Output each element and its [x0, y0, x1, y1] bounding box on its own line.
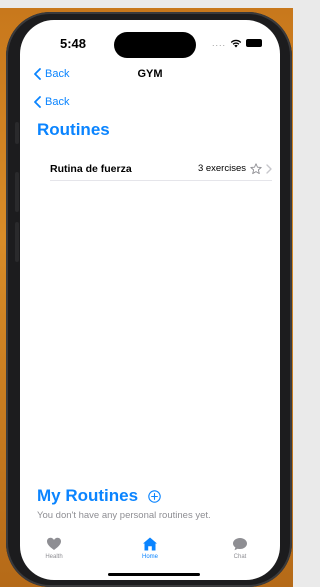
my-routines-header: My Routines	[37, 486, 161, 506]
my-routines-heading: My Routines	[37, 486, 139, 505]
wifi-icon	[230, 39, 242, 48]
battery-icon	[246, 39, 262, 47]
status-time: 5:48	[60, 36, 87, 51]
status-icons: ....	[212, 38, 262, 48]
routine-row-accessories: 3 exercises	[197, 162, 272, 175]
side-button-silent	[15, 122, 19, 144]
chat-bubble-icon	[233, 538, 247, 551]
chevron-right-icon	[266, 163, 272, 174]
routine-exercise-count: 3 exercises	[197, 163, 246, 174]
tab-home-label: Home	[141, 554, 158, 560]
app-screen: 5:48 .... GYM Back Back Routines Rutina	[20, 20, 280, 580]
routine-name: Rutina de fuerza	[50, 162, 132, 175]
my-routines-empty-message: You don't have any personal routines yet…	[37, 510, 211, 521]
tab-home[interactable]: Home	[120, 536, 180, 560]
home-indicator	[108, 573, 200, 576]
side-button-volume-up	[15, 172, 19, 212]
tab-chat-label: Chat	[233, 554, 247, 560]
routines-heading: Routines	[37, 120, 110, 139]
chevron-left-icon	[34, 68, 41, 80]
tab-health-label: Health	[45, 554, 63, 560]
heart-icon	[47, 537, 61, 550]
signal-dots: ....	[211, 38, 226, 48]
dynamic-island	[114, 32, 196, 58]
side-button-volume-down	[15, 222, 19, 262]
tab-chat[interactable]: Chat	[210, 536, 270, 560]
nav-back-label: Back	[45, 68, 70, 80]
status-bar: 5:48 ....	[20, 20, 280, 60]
nav-back-button[interactable]: Back	[34, 68, 69, 80]
secondary-back-button[interactable]: Back	[34, 96, 69, 108]
navigation-bar: GYM Back	[20, 64, 280, 88]
routine-row[interactable]: Rutina de fuerza 3 exercises	[50, 157, 272, 181]
secondary-back-label: Back	[45, 96, 70, 108]
tab-health[interactable]: Health	[24, 536, 84, 560]
chevron-left-icon	[34, 96, 41, 108]
add-circle-icon[interactable]	[148, 489, 161, 503]
star-icon[interactable]	[250, 162, 262, 175]
house-icon	[143, 537, 157, 551]
